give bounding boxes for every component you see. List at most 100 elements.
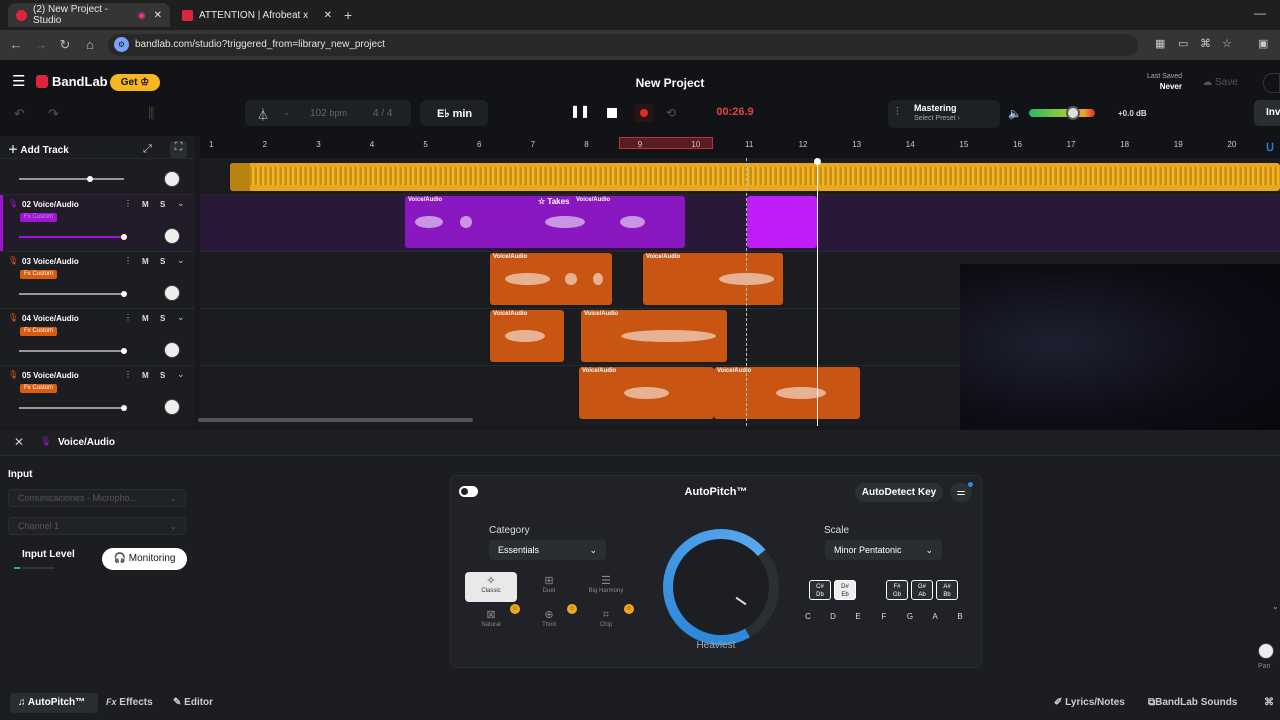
preset-classic[interactable]: ✧ Classic: [465, 572, 517, 602]
fit-tracks-icon[interactable]: ⛶: [170, 141, 187, 158]
audio-clip[interactable]: Voice/Audio: [579, 367, 714, 419]
track-volume-slider[interactable]: [19, 178, 124, 180]
tab-effects[interactable]: Fx Effects: [106, 697, 153, 708]
invite-button[interactable]: Inv: [1254, 100, 1280, 126]
track-volume-knob[interactable]: [121, 405, 127, 411]
bpm-field[interactable]: 102 bpm: [310, 108, 347, 119]
back-icon[interactable]: ←: [8, 37, 24, 52]
key-f-sharp[interactable]: F# Gb: [886, 580, 908, 600]
mute-button[interactable]: M: [142, 314, 149, 323]
track-volume-slider[interactable]: [19, 407, 124, 409]
hamburger-menu-icon[interactable]: ☰: [12, 74, 25, 89]
tab-autopitch[interactable]: ♫ AutoPitch™: [18, 697, 85, 708]
autopitch-power-toggle[interactable]: [459, 486, 478, 497]
audio-clip-track-01[interactable]: [230, 163, 1280, 191]
undo-icon[interactable]: ↶: [14, 106, 25, 122]
note-c[interactable]: C: [801, 612, 815, 621]
side-panel-icon[interactable]: ▣: [1258, 37, 1268, 50]
translate-icon[interactable]: ⌘: [1200, 37, 1211, 50]
track-row-03[interactable]: 🎙 03 Voice/Audio Fx Custom ⋮ M S ⌄: [0, 251, 195, 308]
track-pan-knob[interactable]: [164, 228, 180, 244]
solo-button[interactable]: S: [160, 314, 165, 323]
browser-tab-attention[interactable]: ATTENTION | Afrobeat x Da ✕: [174, 3, 340, 27]
track-volume-knob[interactable]: [121, 234, 127, 240]
note-d[interactable]: D: [826, 612, 840, 621]
track-row-05[interactable]: 🎙 05 Voice/Audio Fx Custom ⋮ M S ⌄: [0, 365, 195, 422]
browser-tab-studio[interactable]: (2) New Project - Studio ◉ ✕: [8, 3, 170, 27]
audio-clip[interactable]: Voice/Audio: [581, 310, 727, 362]
preset-duet[interactable]: ⊞ Duet: [523, 572, 575, 602]
wand-icon[interactable]: ⤢: [143, 143, 152, 156]
mixer-icon[interactable]: ⫼: [148, 105, 154, 122]
speaker-icon[interactable]: 🔈: [1008, 107, 1022, 120]
solo-button[interactable]: S: [160, 257, 165, 266]
mute-button[interactable]: M: [142, 200, 149, 209]
track-volume-knob[interactable]: [121, 348, 127, 354]
command-icon[interactable]: ⌘: [1264, 697, 1274, 708]
track-pan-knob[interactable]: [164, 285, 180, 301]
solo-button[interactable]: S: [160, 200, 165, 209]
stop-button[interactable]: [607, 108, 617, 118]
track-pan-knob[interactable]: [164, 171, 180, 187]
track-volume-knob[interactable]: [121, 291, 127, 297]
time-signature[interactable]: 4 / 4: [373, 108, 392, 119]
fx-badge[interactable]: Fx Custom: [20, 384, 58, 393]
loop-end-marker[interactable]: [746, 158, 747, 426]
note-g[interactable]: G: [903, 612, 917, 621]
scale-select[interactable]: Minor Pentatonic ⌄: [825, 540, 942, 560]
note-a[interactable]: A: [928, 612, 942, 621]
track-name[interactable]: 05 Voice/Audio: [22, 371, 79, 380]
master-volume-knob[interactable]: [1066, 106, 1080, 120]
key-g-sharp[interactable]: G# Ab: [911, 580, 933, 600]
close-tab-icon[interactable]: ✕: [324, 10, 332, 21]
input-device-select[interactable]: Comunicaciones - Micropho... ⌄: [8, 489, 186, 507]
track-row-01[interactable]: [0, 158, 195, 194]
track-pan-knob[interactable]: [164, 399, 180, 415]
record-button[interactable]: [635, 104, 653, 122]
note-f[interactable]: F: [877, 612, 891, 621]
track-menu-icon[interactable]: ⋮: [124, 199, 132, 208]
horizontal-scrollbar[interactable]: [198, 418, 473, 422]
takes-label[interactable]: ☆ Takes: [538, 197, 570, 206]
expand-icon[interactable]: ⌄: [177, 255, 185, 266]
expand-icon[interactable]: ⌄: [177, 312, 185, 323]
mute-button[interactable]: M: [142, 257, 149, 266]
fx-badge[interactable]: Fx Custom: [20, 213, 58, 222]
track-volume-slider[interactable]: [19, 236, 124, 238]
note-e[interactable]: E: [851, 612, 865, 621]
note-b[interactable]: B: [953, 612, 967, 621]
track-row-02[interactable]: 🎙 02 Voice/Audio Fx Custom ⋮ M S ⌄: [0, 194, 195, 252]
url-field[interactable]: bandlab.com/studio?triggered_from=librar…: [108, 34, 1138, 56]
add-track-button[interactable]: ＋ Add Track: [8, 141, 69, 156]
fx-badge[interactable]: Fx Custom: [20, 270, 58, 279]
home-icon[interactable]: ⌂: [82, 37, 98, 52]
audio-clip[interactable]: Voice/Audio: [490, 310, 564, 362]
save-button[interactable]: ☁ Save: [1192, 73, 1248, 93]
tab-bandlab-sounds[interactable]: ⧉BandLab Sounds: [1148, 697, 1237, 708]
channel-select[interactable]: Channel 1 ⌄: [8, 517, 186, 535]
expand-icon[interactable]: ⌄: [177, 369, 185, 380]
playhead-handle[interactable]: [814, 158, 821, 165]
preset-big-harmony[interactable]: ☰ Big Harmony: [580, 572, 632, 602]
get-membership-button[interactable]: Get ♔: [110, 74, 160, 91]
globe-icon[interactable]: [1263, 73, 1280, 93]
audio-clip[interactable]: Voice/Audio ☆ Takes Voice/Audio: [405, 196, 685, 248]
track-row-04[interactable]: 🎙 04 Voice/Audio Fx Custom ⋮ M S ⌄: [0, 308, 195, 365]
dial-center[interactable]: [673, 539, 769, 635]
track-name[interactable]: 02 Voice/Audio: [22, 200, 79, 209]
tab-editor[interactable]: ✎ Editor: [173, 697, 213, 708]
track-name[interactable]: 04 Voice/Audio: [22, 314, 79, 323]
track-pan-knob[interactable]: [164, 342, 180, 358]
panel-pan-knob[interactable]: [1258, 643, 1274, 659]
site-info-icon[interactable]: ⚙: [114, 37, 129, 52]
timeline-end-icon[interactable]: ᑌ: [1266, 141, 1274, 154]
extension-icon[interactable]: ▦: [1155, 37, 1165, 50]
audio-clip-recording[interactable]: [747, 196, 817, 248]
new-tab-icon[interactable]: +: [344, 7, 352, 23]
pause-button[interactable]: ❚❚: [570, 104, 590, 118]
expand-icon[interactable]: ⌄: [177, 198, 185, 209]
metronome-icon[interactable]: ⏃: [257, 106, 269, 123]
track-volume-slider[interactable]: [19, 350, 124, 352]
track-volume-slider[interactable]: [19, 293, 124, 295]
category-select[interactable]: Essentials ⌄: [489, 540, 606, 560]
